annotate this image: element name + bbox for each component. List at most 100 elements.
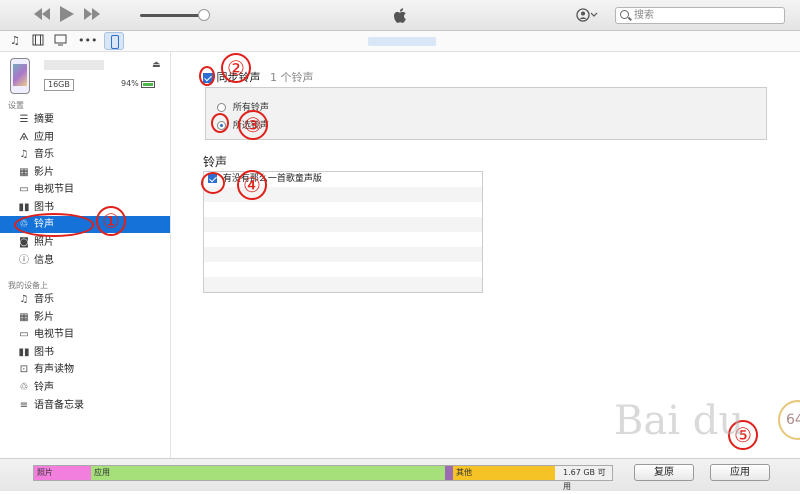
apply-button[interactable]: 应用	[710, 464, 770, 481]
ondevice-section-label: 我的设备上	[8, 281, 48, 290]
music-icon: ♫	[19, 294, 29, 305]
sidebar-item-device-audiobooks[interactable]: ⊡ 有声读物	[0, 361, 170, 378]
apps-icon: Ѧ	[19, 132, 29, 143]
bell-icon: ♲	[19, 382, 29, 393]
sidebar-item-label: 信息	[34, 255, 54, 266]
sidebar-item-music[interactable]: ♫ 音乐	[0, 146, 170, 163]
ringtone-options: 所有铃声 所选铃声	[205, 87, 767, 140]
sidebar-item-label: 照片	[34, 237, 54, 248]
list-item-empty	[204, 232, 482, 247]
sidebar-item-device-ringtones[interactable]: ♲ 铃声	[0, 379, 170, 396]
sidebar-item-label: 图书	[34, 202, 54, 213]
search-icon	[620, 10, 629, 19]
eject-icon[interactable]: ⏏	[152, 60, 161, 70]
watermark: Bai du	[614, 398, 745, 444]
annotation-2: ②	[221, 53, 251, 83]
sidebar-item-photos[interactable]: ◙ 照片	[0, 234, 170, 251]
media-type-bar: ♫ •••	[0, 31, 800, 52]
fast-forward-icon[interactable]	[84, 8, 100, 23]
radio-all-ringtones[interactable]: 所有铃声	[217, 100, 269, 113]
volume-slider[interactable]	[140, 14, 206, 17]
list-item-empty	[204, 217, 482, 232]
sidebar-item-books[interactable]: ▮▮ 图书	[0, 199, 170, 216]
settings-section-label: 设置	[8, 101, 24, 110]
list-item-empty	[204, 247, 482, 262]
search-placeholder: 搜索	[634, 10, 654, 21]
battery-percent: 94%	[121, 79, 139, 88]
sidebar-item-label: 语音备忘录	[34, 400, 84, 411]
music-icon[interactable]: ♫	[10, 34, 20, 47]
ringtones-section-title: 铃声	[203, 155, 228, 169]
tv-icon: ▭	[19, 329, 29, 340]
revert-button[interactable]: 复原	[634, 464, 694, 481]
rewind-icon[interactable]	[34, 8, 50, 23]
sidebar-item-device-voice-memos[interactable]: ≡ 语音备忘录	[0, 397, 170, 414]
camera-icon: ◙	[19, 237, 29, 248]
annotation-3: ③	[238, 110, 268, 140]
device-name-label	[44, 60, 104, 70]
film-icon[interactable]	[32, 34, 44, 49]
device-name	[368, 37, 436, 46]
tv-icon: ▭	[19, 184, 29, 195]
capacity-badge: 16GB	[44, 79, 74, 91]
annotation-oval-radio	[211, 113, 229, 133]
sidebar-item-info[interactable]: ⓘ 信息	[0, 252, 170, 269]
battery-icon	[141, 81, 155, 88]
sync-ringtones-row: 同步铃声 1 个铃声	[203, 69, 314, 85]
sidebar-item-films[interactable]: ▦ 影片	[0, 164, 170, 181]
sidebar-item-label: 有声读物	[34, 364, 74, 375]
sidebar-item-label: 电视节目	[34, 329, 74, 340]
book-icon: ▮▮	[18, 202, 30, 213]
more-icon[interactable]: •••	[78, 34, 97, 47]
sidebar-item-device-books[interactable]: ▮▮ 图书	[0, 344, 170, 361]
iphone-image	[10, 58, 30, 94]
sidebar-item-label: 影片	[34, 312, 54, 323]
sidebar-item-label: 图书	[34, 347, 54, 358]
audiobook-icon: ⊡	[19, 364, 29, 375]
capacity-bar: 照片 应用 其他 1.67 GB 可用	[33, 465, 613, 491]
sidebar-item-label: 铃声	[34, 382, 54, 393]
info-icon: ⓘ	[19, 255, 29, 266]
film-icon: ▦	[19, 312, 29, 323]
sidebar-item-label: 音乐	[34, 149, 54, 160]
annotation-oval-sync	[199, 66, 215, 86]
tv-icon[interactable]	[54, 34, 67, 49]
music-icon: ♫	[19, 149, 29, 160]
apple-logo-icon	[394, 8, 406, 23]
capacity-segment-other: 其他	[453, 466, 555, 480]
capacity-segment-photos: 照片	[34, 466, 91, 480]
search-input[interactable]: 搜索	[615, 7, 785, 24]
sidebar-item-apps[interactable]: Ѧ 应用	[0, 129, 170, 146]
capacity-segment-misc	[445, 466, 453, 480]
annotation-oval-checkbox	[201, 172, 225, 194]
capacity-segment-free: 1.67 GB 可用	[555, 466, 612, 491]
list-item-empty	[204, 277, 482, 292]
account-icon	[576, 8, 598, 22]
list-item-empty	[204, 262, 482, 277]
sidebar: ⏏ 16GB 94% 设置 ☰ 摘要 Ѧ 应用 ♫ 音乐 ▦ 影片 ▭ 电视节目…	[0, 52, 171, 458]
top-toolbar: 搜索	[0, 0, 800, 31]
bottom-bar: 照片 应用 其他 1.67 GB 可用 复原 应用	[0, 458, 800, 491]
sidebar-item-label: 音乐	[34, 294, 54, 305]
sidebar-item-device-films[interactable]: ▦ 影片	[0, 309, 170, 326]
sidebar-item-label: 影片	[34, 167, 54, 178]
sidebar-item-tv[interactable]: ▭ 电视节目	[0, 181, 170, 198]
summary-icon: ☰	[19, 114, 29, 125]
sidebar-item-device-music[interactable]: ♫ 音乐	[0, 291, 170, 308]
book-icon: ▮▮	[18, 347, 30, 358]
capacity-segment-apps: 应用	[91, 466, 445, 480]
volume-knob[interactable]	[198, 9, 210, 21]
sidebar-item-summary[interactable]: ☰ 摘要	[0, 111, 170, 128]
radio-button[interactable]	[217, 103, 226, 112]
device-button[interactable]	[104, 32, 124, 50]
ringtone-count: 1 个铃声	[270, 71, 314, 84]
sidebar-item-device-tv[interactable]: ▭ 电视节目	[0, 326, 170, 343]
annotation-4: ④	[237, 170, 267, 200]
film-icon: ▦	[19, 167, 29, 178]
list-item-empty	[204, 202, 482, 217]
play-icon[interactable]	[60, 6, 74, 25]
sidebar-item-label: 应用	[34, 132, 54, 143]
annotation-oval-ringtones	[14, 213, 94, 237]
account-menu[interactable]	[576, 8, 598, 25]
sidebar-item-label: 电视节目	[34, 184, 74, 195]
